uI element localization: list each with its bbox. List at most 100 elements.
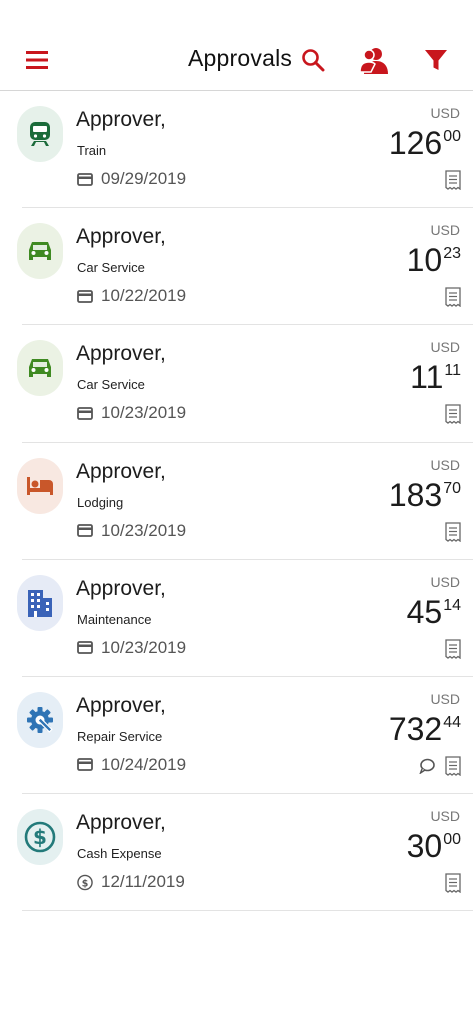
amount: 126 00 (389, 123, 461, 163)
amount: 30 00 (407, 826, 461, 866)
currency-code: USD (430, 105, 460, 121)
approver-name: Approver, (76, 225, 166, 249)
amount: 45 14 (407, 592, 461, 632)
amount: 10 23 (407, 240, 461, 280)
approval-list-item[interactable]: Approver, Maintenance 10/23/2019 USD 45 … (0, 560, 473, 678)
transaction-date: 10/22/2019 (101, 286, 187, 306)
amount-cents: 00 (443, 831, 461, 849)
amount-cents: 14 (443, 596, 461, 614)
search-icon[interactable] (293, 40, 333, 80)
amount-cents: 44 (443, 713, 461, 731)
app-header: Approvals (0, 0, 473, 91)
car-icon (17, 223, 63, 280)
filter-funnel-icon[interactable] (416, 40, 456, 80)
approver-name: Approver, (76, 342, 166, 366)
transaction-date: 10/24/2019 (101, 754, 187, 774)
amount-cents: 70 (443, 479, 461, 497)
amount: 732 44 (389, 709, 461, 749)
amount-cents: 11 (444, 362, 461, 380)
currency-code: USD (430, 339, 460, 356)
amount-whole: 732 (388, 710, 443, 747)
item-indicators (445, 287, 461, 308)
credit-card-icon (77, 523, 93, 539)
receipt-icon[interactable] (445, 873, 461, 894)
transaction-date-row: 10/23/2019 (77, 521, 186, 541)
cash-coin-icon: $ (77, 874, 93, 890)
item-indicators (445, 639, 461, 659)
approvals-list: Approver, Train 09/29/2019 USD 126 00 Ap… (0, 91, 473, 912)
transaction-date: 12/11/2019 (101, 872, 185, 892)
transaction-date-row: 10/23/2019 (77, 638, 186, 658)
amount-whole: 10 (406, 242, 443, 279)
currency-code: USD (430, 690, 460, 707)
currency-code: USD (430, 573, 460, 590)
transaction-date: 10/23/2019 (101, 403, 187, 423)
currency-code: USD (430, 456, 460, 473)
transaction-date-row: 09/29/2019 (77, 169, 186, 189)
currency-code: USD (430, 222, 460, 239)
approval-list-item[interactable]: $ Approver, Cash Expense $ 12/11/2019 US… (0, 794, 473, 912)
amount-whole: 45 (406, 593, 443, 630)
amount-whole: 11 (410, 359, 444, 396)
amount-cents: 23 (443, 245, 461, 263)
amount: 183 70 (389, 475, 461, 515)
train-icon (17, 106, 63, 162)
receipt-icon[interactable] (445, 756, 461, 776)
comment-icon (419, 758, 435, 774)
wrench-gear-icon (17, 691, 63, 748)
approver-name: Approver, (76, 576, 166, 600)
expense-category: Train (77, 143, 107, 158)
transaction-date: 09/29/2019 (101, 169, 187, 188)
currency-code: USD (430, 808, 460, 825)
receipt-icon[interactable] (445, 521, 461, 542)
approval-list-item[interactable]: Approver, Lodging 10/23/2019 USD 183 70 (0, 443, 473, 560)
expense-category: Car Service (77, 377, 145, 393)
approval-list-item[interactable]: Approver, Car Service 10/23/2019 USD 11 … (0, 325, 473, 443)
amount-whole: 30 (406, 828, 443, 865)
item-indicators (445, 521, 461, 542)
receipt-icon[interactable] (445, 287, 461, 308)
approval-list-item[interactable]: Approver, Repair Service 10/24/2019 USD … (0, 677, 473, 795)
approver-name: Approver, (76, 108, 166, 131)
page-title: Approvals (188, 45, 293, 71)
amount-whole: 183 (388, 476, 443, 513)
credit-card-icon (77, 757, 93, 773)
amount-whole: 126 (388, 125, 443, 161)
credit-card-icon (77, 171, 93, 187)
expense-category: Maintenance (77, 611, 152, 627)
transaction-date: 10/23/2019 (101, 520, 187, 540)
dollar-circle-icon: $ (17, 809, 63, 866)
amount-cents: 00 (443, 128, 461, 145)
transaction-date-row: 10/22/2019 (77, 286, 186, 306)
item-indicators (445, 873, 461, 894)
item-indicators (419, 756, 461, 776)
receipt-icon[interactable] (445, 170, 461, 190)
svg-text:$: $ (33, 825, 47, 849)
transaction-date: 10/23/2019 (101, 637, 187, 657)
approval-list-item[interactable]: Approver, Train 09/29/2019 USD 126 00 (0, 91, 473, 209)
amount: 11 11 (410, 357, 461, 397)
receipt-icon[interactable] (445, 404, 461, 425)
car-icon (17, 340, 63, 397)
hamburger-menu-icon[interactable] (17, 40, 57, 80)
bed-icon (17, 457, 63, 514)
credit-card-icon (77, 288, 93, 304)
users-icon[interactable] (354, 40, 394, 80)
svg-text:$: $ (82, 878, 89, 889)
approver-name: Approver, (76, 459, 166, 483)
approval-list-item[interactable]: Approver, Car Service 10/22/2019 USD 10 … (0, 208, 473, 326)
approver-name: Approver, (76, 693, 166, 717)
transaction-date-row: $ 12/11/2019 (77, 872, 185, 892)
expense-category: Cash Expense (77, 846, 162, 862)
credit-card-icon (77, 405, 93, 421)
credit-card-icon (77, 640, 93, 656)
item-indicators (445, 404, 461, 425)
expense-category: Lodging (77, 494, 124, 510)
expense-category: Repair Service (77, 728, 163, 744)
receipt-icon[interactable] (445, 639, 461, 659)
approver-name: Approver, (76, 811, 166, 835)
transaction-date-row: 10/24/2019 (77, 755, 186, 775)
building-icon (17, 574, 63, 631)
expense-category: Car Service (77, 260, 145, 276)
transaction-date-row: 10/23/2019 (77, 403, 186, 423)
